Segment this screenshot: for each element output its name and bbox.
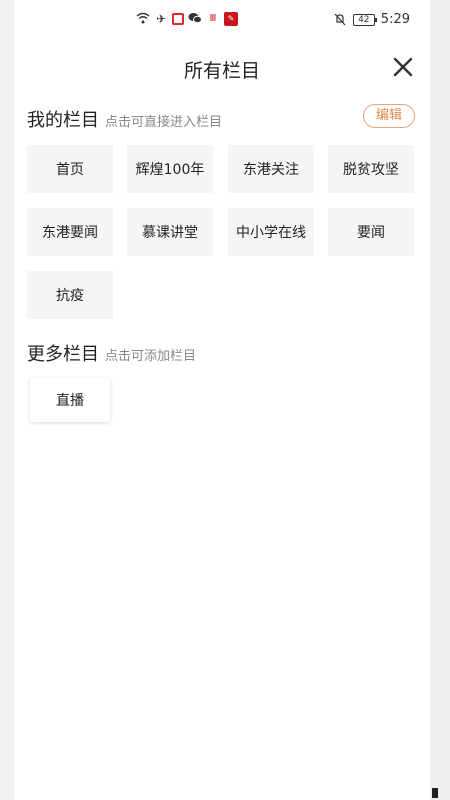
status-right: 42 5:29 [333,12,410,27]
red-app-icon: ✎ [224,12,238,26]
add-channel-chip[interactable]: 直播 [30,378,110,422]
channel-chip[interactable]: 东港要闻 [27,208,113,256]
more-channels-header: 更多栏目 点击可添加栏目 [27,340,196,366]
channel-chip[interactable]: 首页 [27,145,113,193]
more-channels-title: 更多栏目 [27,344,99,365]
channel-chip[interactable]: 抗疫 [27,271,113,319]
wechat-icon [188,12,202,26]
edge-strip [430,0,450,800]
my-channels-hint: 点击可直接进入栏目 [105,115,223,130]
status-bar: ✈ Ⅲ ✎ 42 5:29 [14,10,430,32]
channel-chip[interactable]: 辉煌100年 [127,145,213,193]
airplane-icon: ✈ [155,12,167,26]
status-time: 5:29 [380,12,410,27]
app-notification-icon [172,13,184,25]
wifi-icon [136,12,150,26]
news-app-icon: Ⅲ [209,13,217,24]
more-channels-hint: 点击可添加栏目 [105,349,197,364]
edge-marker [432,788,438,798]
edit-button[interactable]: 编辑 [363,104,415,128]
channel-chip[interactable]: 慕课讲堂 [127,208,213,256]
channel-chip[interactable]: 东港关注 [228,145,314,193]
header: 所有栏目 [14,50,430,86]
close-button[interactable] [390,54,416,80]
screen: ✈ Ⅲ ✎ 42 5:29 所有栏目 我的栏目 点击可直接进入栏目 编辑 首页 … [14,0,430,800]
battery-indicator: 42 [352,13,377,26]
channel-chip[interactable]: 脱贫攻坚 [328,145,414,193]
close-icon [393,57,413,77]
channel-chip[interactable]: 要闻 [328,208,414,256]
my-channels-title: 我的栏目 [27,110,99,131]
status-icons: ✈ Ⅲ ✎ [136,12,238,26]
my-channels-header: 我的栏目 点击可直接进入栏目 [27,106,222,132]
mute-bell-icon [333,13,347,27]
page-title: 所有栏目 [183,60,260,82]
channel-chip[interactable]: 中小学在线 [228,208,314,256]
